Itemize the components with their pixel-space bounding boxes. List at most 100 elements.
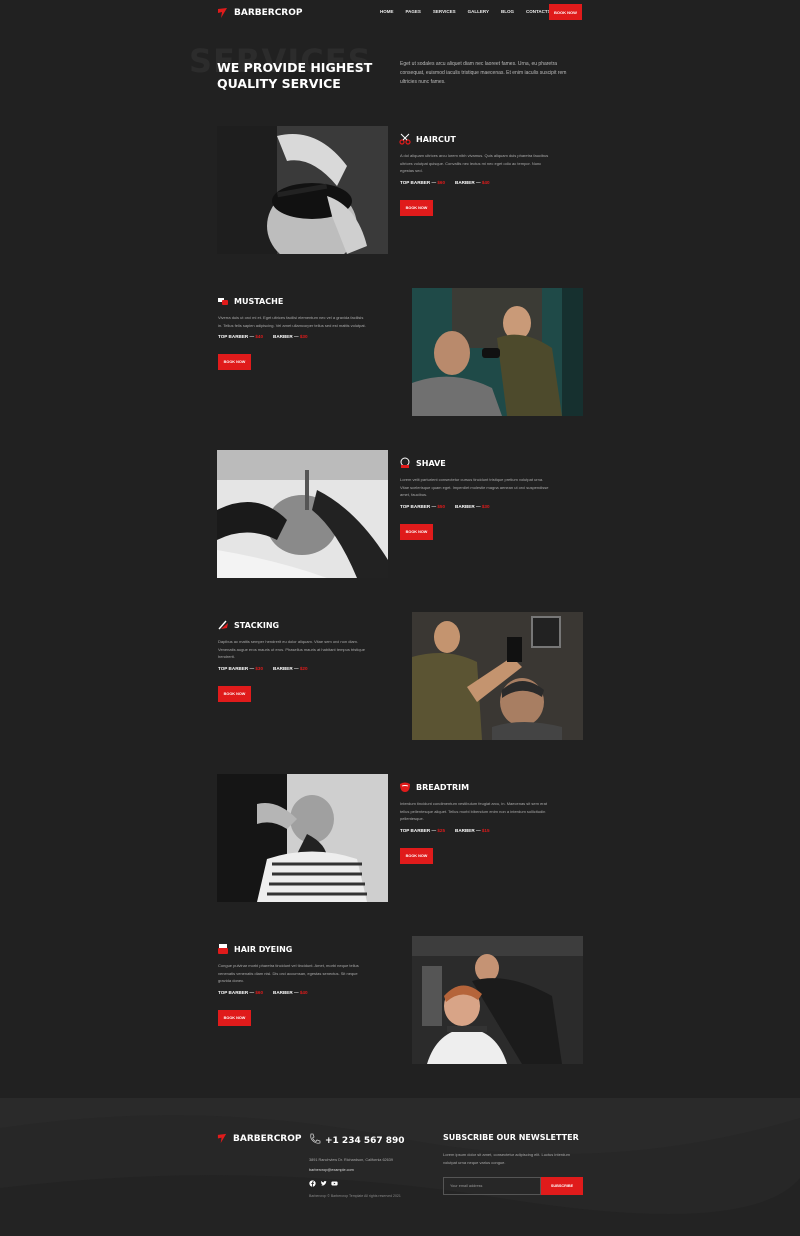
- dye-icon: [217, 943, 229, 955]
- newsletter-title: SUBSCRIBE OUR NEWSLETTER: [443, 1133, 579, 1142]
- shaving-icon: [399, 457, 411, 469]
- nav-pages[interactable]: PAGES: [406, 9, 421, 14]
- section-description: Eget ut sodales arcu aliquet diam nec la…: [400, 61, 567, 85]
- service-title: HAIRCUT: [416, 134, 456, 144]
- nav-gallery[interactable]: GALLERY: [468, 9, 489, 14]
- service-shave: SHAVE Lorem velit parturient consectetur…: [399, 457, 569, 540]
- service-hair-dyeing: HAIR DYEING Congue pulvinar morbi pharet…: [217, 943, 387, 1026]
- social-links: [309, 1180, 429, 1187]
- footer-brand-logo[interactable]: BARBERCROP: [217, 1133, 301, 1144]
- service-title: BREADTRIM: [416, 782, 470, 792]
- top-barber-price: $30: [255, 665, 264, 671]
- book-now-button[interactable]: BOOK NOW: [218, 1009, 251, 1026]
- service-prices: TOP BARBER — $50 BARBER — $30: [400, 504, 569, 509]
- comb-icon: [217, 619, 229, 631]
- service-description: Dapibus ac mattis semper hendrerit eu do…: [218, 639, 365, 660]
- top-barber-label: TOP BARBER —: [218, 665, 255, 671]
- facebook-icon[interactable]: [309, 1180, 316, 1187]
- book-now-button[interactable]: BOOK NOW: [400, 847, 433, 864]
- service-breadtrim: BREADTRIM Interdum tincidunt condimentum…: [399, 781, 569, 864]
- section-title: WE PROVIDE HIGHEST QUALITY SERVICE: [217, 60, 373, 91]
- barber-price: $30: [481, 503, 490, 509]
- book-now-button[interactable]: BOOK NOW: [549, 4, 582, 20]
- barber-label: BARBER —: [273, 665, 299, 671]
- top-barber-price: $40: [255, 334, 264, 340]
- book-now-button[interactable]: BOOK NOW: [400, 199, 433, 216]
- book-now-button[interactable]: BOOK NOW: [218, 354, 251, 371]
- service-prices: TOP BARBER — $40 BARBER — $30: [218, 334, 387, 339]
- book-now-button[interactable]: BOOK NOW: [218, 685, 251, 702]
- service-prices: TOP BARBER — $30 BARBER — $20: [218, 666, 387, 671]
- newsletter-form: Your email address SUBSCRIBE: [443, 1177, 583, 1195]
- barber-price: $40: [299, 989, 308, 995]
- top-barber-label: TOP BARBER —: [400, 179, 437, 185]
- newsletter-description: Lorem ipsum dolor sit amet, consectetur …: [443, 1152, 570, 1165]
- barber-price: $15: [481, 827, 490, 833]
- footer-contact: +1 234 567 890 3891 Ranchview Dr. Richar…: [309, 1132, 429, 1198]
- subscribe-button[interactable]: SUBSCRIBE: [541, 1177, 583, 1195]
- razor-logo-icon: [218, 8, 227, 18]
- barber-label: BARBER —: [455, 503, 481, 509]
- site-header: BARBERCROP HOME PAGES SERVICES GALLERY B…: [217, 4, 582, 22]
- barber-label: BARBER —: [273, 989, 299, 995]
- service-prices: TOP BARBER — $60 BARBER — $40: [218, 990, 387, 995]
- footer-phone[interactable]: +1 234 567 890: [325, 1136, 405, 1146]
- email-input[interactable]: Your email address: [443, 1177, 541, 1195]
- stacking-photo: [412, 612, 583, 740]
- twitter-icon[interactable]: [320, 1180, 327, 1187]
- top-barber-label: TOP BARBER —: [218, 989, 255, 995]
- barber-price: $40: [481, 179, 490, 185]
- service-stacking: STACKING Dapibus ac mattis semper hendre…: [217, 619, 387, 702]
- shave-photo: [217, 450, 388, 578]
- brand-name: BARBERCROP: [234, 8, 303, 18]
- top-barber-price: $60: [437, 179, 446, 185]
- footer-email[interactable]: barbercrop@example.com: [309, 1168, 429, 1172]
- haircut-photo: [217, 126, 388, 254]
- service-prices: TOP BARBER — $60 BARBER — $40: [400, 180, 569, 185]
- newsletter: SUBSCRIBE OUR NEWSLETTER Lorem ipsum dol…: [443, 1133, 583, 1195]
- top-barber-price: $50: [437, 503, 446, 509]
- service-description: A dol aliquam ultrices arcu lorem nibh v…: [400, 153, 549, 174]
- footer-brand-name: BARBERCROP: [233, 1133, 302, 1144]
- service-description: Interdum tincidunt condimentum vestibulu…: [400, 801, 547, 822]
- top-barber-price: $25: [437, 827, 446, 833]
- nav-services[interactable]: SERVICES: [433, 9, 456, 14]
- hair-dyeing-photo: [412, 936, 583, 1064]
- service-prices: TOP BARBER — $25 BARBER — $15: [400, 828, 569, 833]
- mustache-photo: [412, 288, 583, 416]
- book-now-button[interactable]: BOOK NOW: [400, 523, 433, 540]
- service-haircut: HAIRCUT A dol aliquam ultrices arcu lore…: [399, 133, 569, 216]
- phone-icon: [309, 1132, 321, 1150]
- service-title: HAIR DYEING: [234, 944, 293, 954]
- top-barber-label: TOP BARBER —: [400, 827, 437, 833]
- nav-blog[interactable]: BLOG: [501, 9, 514, 14]
- service-title: SHAVE: [416, 458, 446, 468]
- barber-price: $30: [299, 334, 308, 340]
- youtube-icon[interactable]: [331, 1180, 338, 1187]
- brand-logo[interactable]: BARBERCROP: [217, 7, 302, 19]
- service-mustache: MUSTACHE Viverra duis ut orci mi et. Ege…: [217, 295, 387, 371]
- nav-home[interactable]: HOME: [380, 9, 394, 14]
- razor-icon: [217, 295, 229, 307]
- beard-icon: [399, 781, 411, 793]
- scissors-icon: [399, 133, 411, 145]
- top-barber-label: TOP BARBER —: [218, 334, 255, 340]
- service-title: MUSTACHE: [234, 296, 284, 306]
- barber-label: BARBER —: [455, 827, 481, 833]
- footer-copyright: Barbercrop © Barbercrop Template All rig…: [309, 1194, 401, 1198]
- service-description: Lorem velit parturient consectetur cursu…: [400, 477, 549, 498]
- top-barber-price: $60: [255, 989, 264, 995]
- barber-label: BARBER —: [455, 179, 481, 185]
- barber-price: $20: [299, 665, 308, 671]
- main-nav: HOME PAGES SERVICES GALLERY BLOG CONTACT…: [380, 9, 551, 14]
- razor-logo-icon: [217, 1133, 227, 1144]
- site-footer: BARBERCROP +1 234 567 890 3891 Ranchview…: [0, 1098, 800, 1236]
- top-barber-label: TOP BARBER —: [400, 503, 437, 509]
- breadtrim-photo: [217, 774, 388, 902]
- nav-contacts[interactable]: CONTACTS: [526, 9, 551, 14]
- service-description: Viverra duis ut orci mi et. Eget ultrice…: [218, 315, 366, 328]
- service-description: Congue pulvinar morbi pharetra tincidunt…: [218, 963, 359, 984]
- barber-label: BARBER —: [273, 334, 299, 340]
- service-title: STACKING: [234, 620, 280, 630]
- footer-address: 3891 Ranchview Dr. Richardson, Californi…: [309, 1158, 394, 1162]
